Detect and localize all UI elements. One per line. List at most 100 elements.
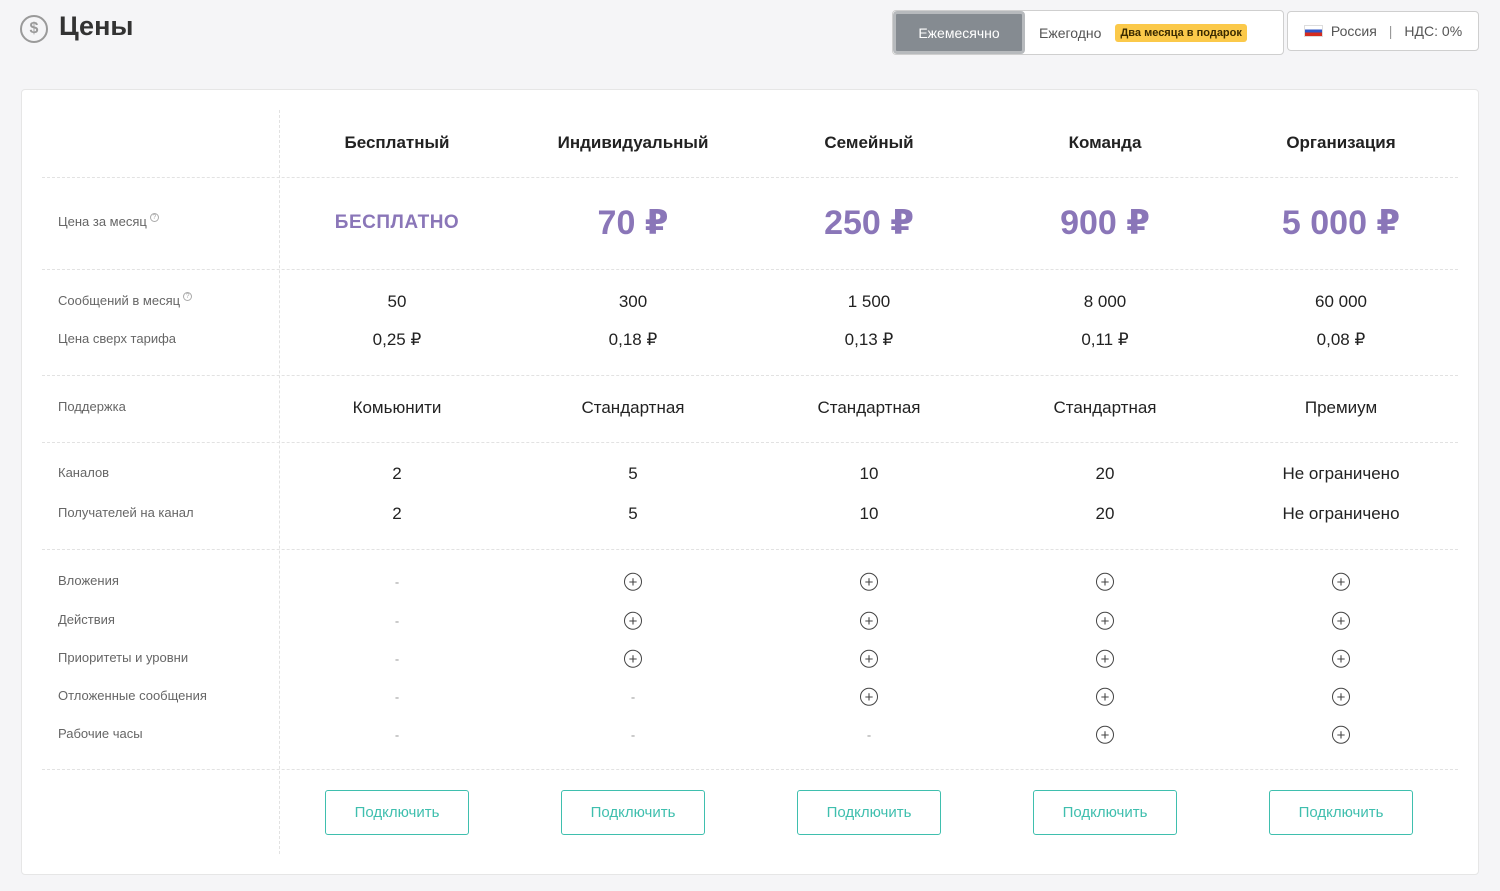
plus-circle-icon: +	[1332, 725, 1350, 744]
connect-button[interactable]: Подключить	[561, 790, 705, 835]
feature-cell: +	[1223, 687, 1459, 707]
help-icon[interactable]: ?	[183, 292, 193, 301]
row-label-text: Цена сверх тарифа	[58, 331, 177, 346]
plan-name: Бесплатный	[344, 133, 450, 152]
support-level: Комьюнити	[352, 398, 442, 417]
row-divider	[42, 442, 1458, 443]
feature-cell: +	[987, 649, 1223, 669]
row-divider	[42, 549, 1458, 550]
support-level: Стандартная	[817, 398, 921, 417]
recipients-per-channel: Не ограничено	[1282, 504, 1400, 523]
connect-button[interactable]: Подключить	[797, 790, 941, 835]
messages-per-month: 1 500	[847, 292, 891, 311]
feature-not-included: -	[630, 689, 636, 705]
row-label: Каналов	[58, 465, 109, 480]
billing-period-toggle: Ежемесячно Ежегодно Два месяца в подарок	[892, 10, 1284, 55]
plan-name: Индивидуальный	[557, 133, 709, 152]
row-label: Действия	[58, 612, 115, 627]
row-label: Сообщений в месяц?	[58, 292, 193, 308]
plan-price: 70 ₽	[597, 204, 669, 242]
row-label: Поддержка	[58, 399, 126, 414]
connect-button[interactable]: Подключить	[1033, 790, 1177, 835]
row-label-text: Поддержка	[58, 399, 126, 414]
plan-name: Команда	[1068, 133, 1142, 152]
plus-circle-icon: +	[1096, 611, 1114, 630]
feature-not-included: -	[394, 574, 400, 590]
row-label-text: Получателей на канал	[58, 505, 194, 520]
region-vat: НДС: 0%	[1404, 23, 1463, 39]
feature-cell: +	[515, 611, 751, 631]
page-title: Цены	[59, 11, 134, 41]
channels-count: 2	[392, 464, 402, 483]
support-level: Стандартная	[581, 398, 685, 417]
plan-price: 900 ₽	[1060, 204, 1150, 242]
plan-price: 250 ₽	[824, 204, 914, 242]
feature-cell: +	[751, 572, 987, 592]
plus-circle-icon: +	[1332, 649, 1350, 668]
feature-cell: +	[1223, 725, 1459, 745]
plus-circle-icon: +	[1096, 572, 1114, 591]
messages-per-month: 300	[618, 292, 648, 311]
row-divider	[42, 269, 1458, 270]
connect-button[interactable]: Подключить	[325, 790, 469, 835]
plan-name: Семейный	[824, 133, 914, 152]
yearly-gift-badge: Два месяца в подарок	[1115, 23, 1247, 42]
recipients-per-channel: 20	[1095, 504, 1115, 523]
plus-circle-icon: +	[1332, 611, 1350, 630]
feature-not-included: -	[394, 727, 400, 743]
feature-cell: +	[751, 611, 987, 631]
overage-price: 0,08 ₽	[1316, 330, 1366, 349]
feature-cell: +	[987, 687, 1223, 707]
plus-circle-icon: +	[1096, 687, 1114, 706]
overage-price: 0,13 ₽	[844, 330, 894, 349]
feature-cell: +	[1223, 611, 1459, 631]
feature-cell: +	[987, 572, 1223, 592]
feature-not-included: -	[866, 727, 872, 743]
row-label: Рабочие часы	[58, 726, 143, 741]
plan-price: БЕСПЛАТНО	[334, 212, 460, 233]
plus-circle-icon: +	[860, 611, 878, 630]
plus-circle-icon: +	[1332, 687, 1350, 706]
support-level: Премиум	[1304, 398, 1378, 417]
pricing-table: Цена за месяц? Сообщений в месяц? Цена све…	[21, 89, 1479, 875]
connect-button[interactable]: Подключить	[1269, 790, 1413, 835]
region-country: Россия	[1330, 23, 1377, 39]
row-label-text: Цена за месяц	[58, 214, 147, 229]
row-label: Цена сверх тарифа	[58, 331, 176, 346]
row-divider	[42, 177, 1458, 178]
overage-price: 0,11 ₽	[1081, 330, 1129, 349]
channels-count: 10	[859, 464, 879, 483]
feature-cell: +	[987, 611, 1223, 631]
feature-not-included: -	[630, 727, 636, 743]
recipients-per-channel: 5	[628, 504, 638, 523]
row-divider	[42, 769, 1458, 770]
plan-price: 5 000 ₽	[1281, 204, 1401, 242]
row-label: Вложения	[58, 573, 119, 588]
channels-count: 5	[628, 464, 638, 483]
feature-not-included: -	[394, 651, 400, 667]
plus-circle-icon: +	[624, 572, 642, 591]
row-label-text: Каналов	[58, 465, 110, 480]
plus-circle-icon: +	[860, 649, 878, 668]
feature-not-included: -	[394, 689, 400, 705]
row-label-text: Сообщений в месяц	[58, 293, 181, 308]
plus-circle-icon: +	[1096, 649, 1114, 668]
row-divider	[42, 375, 1458, 376]
feature-cell: +	[515, 572, 751, 592]
toggle-monthly[interactable]: Ежемесячно	[893, 11, 1025, 54]
row-label: Отложенные сообщения	[58, 688, 207, 703]
russia-flag-icon	[1303, 25, 1323, 37]
row-label: Цена за месяц?	[58, 213, 159, 229]
toggle-yearly[interactable]: Ежегодно Два месяца в подарок	[1025, 11, 1283, 54]
help-icon[interactable]: ?	[149, 213, 159, 222]
plus-circle-icon: +	[860, 572, 878, 591]
plus-circle-icon: +	[624, 611, 642, 630]
row-label-text: Вложения	[58, 573, 119, 588]
support-level: Стандартная	[1053, 398, 1157, 417]
feature-cell: +	[751, 649, 987, 669]
feature-not-included: -	[394, 613, 400, 629]
row-label-text: Приоритеты и уровни	[58, 650, 189, 665]
channels-count: Не ограничено	[1282, 464, 1400, 483]
row-label: Получателей на канал	[58, 505, 194, 520]
region-selector[interactable]: Россия | НДС: 0%	[1287, 11, 1479, 51]
